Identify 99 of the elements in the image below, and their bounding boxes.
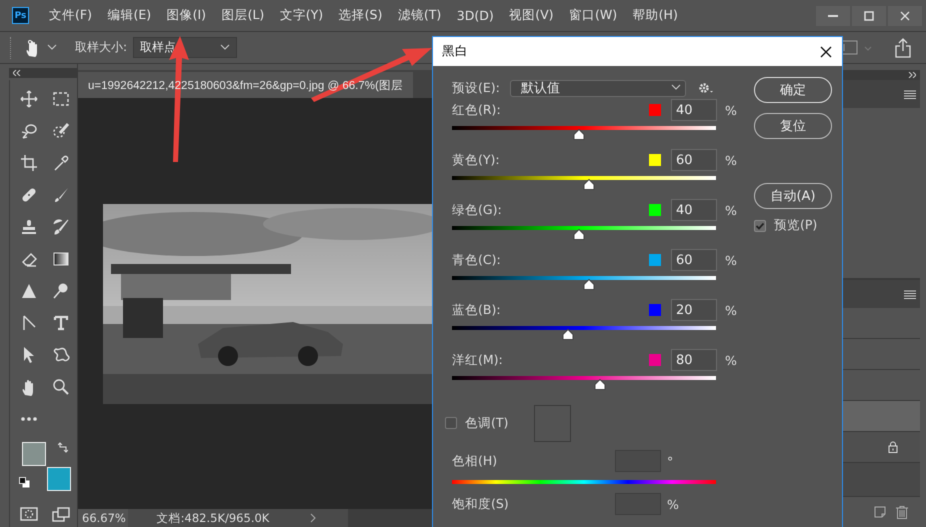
collapse-icon (13, 70, 21, 76)
value-field[interactable]: 60 (671, 149, 717, 171)
maximize-button[interactable] (852, 6, 886, 26)
channel-label: 绿色(G): (452, 202, 503, 218)
crop-icon (20, 154, 38, 172)
share-icon[interactable] (894, 38, 912, 58)
preset-label: 预设(E): (452, 80, 500, 96)
history-brush-icon (52, 218, 70, 236)
value-field[interactable]: 60 (671, 249, 717, 271)
percent-sign: % (725, 252, 738, 268)
gradient-icon (52, 250, 70, 268)
checkbox-label: 预览(P) (774, 217, 818, 234)
brush-selection-icon (52, 122, 70, 140)
caret-icon (220, 44, 230, 52)
close-icon (898, 8, 912, 22)
menu-item[interactable]: 窗口(W) (569, 7, 618, 24)
dodge-icon (52, 282, 70, 300)
tint-color-swatch[interactable] (534, 404, 572, 442)
type-icon (52, 314, 70, 332)
menu-icon[interactable] (904, 90, 916, 98)
zoom-level[interactable]: 66.67% (78, 509, 128, 527)
marquee-icon (52, 90, 70, 108)
percent-sign: % (725, 352, 738, 368)
channel-label: 红色(R): (452, 102, 502, 118)
swap-icon[interactable] (58, 442, 68, 454)
slider-thumb[interactable] (594, 379, 606, 390)
slider-thumb[interactable] (583, 179, 596, 190)
menu-item[interactable]: 滤镜(T) (398, 7, 442, 24)
zoom-icon (52, 378, 70, 396)
menu-item[interactable]: 选择(S) (338, 7, 382, 24)
value-field[interactable]: 80 (671, 349, 717, 371)
preset-dropdown[interactable]: 默认值 (510, 80, 686, 96)
percent-sign: % (725, 202, 738, 218)
percent-sign: % (725, 102, 738, 118)
settings-icon (698, 82, 714, 94)
slider-thumb[interactable] (583, 279, 596, 290)
default-colors-icon[interactable] (19, 476, 30, 488)
minimize-button[interactable] (816, 6, 850, 26)
menu-item[interactable]: 文字(Y) (280, 7, 324, 24)
maximize-icon (862, 8, 876, 22)
menu-item[interactable]: 图像(I) (166, 7, 206, 24)
dialog-button[interactable]: 确定 (754, 77, 832, 103)
channel-label: 青色(C): (452, 252, 502, 268)
percent-sign: % (725, 152, 738, 168)
move-icon (20, 90, 38, 108)
menu-item[interactable]: 图层(L) (222, 7, 264, 24)
quick-mask-icon (20, 506, 38, 524)
caret-icon (670, 84, 681, 92)
eyedropper-icon (52, 154, 70, 172)
menu-item[interactable]: 编辑(E) (107, 7, 152, 24)
degree-sign: ° (667, 454, 674, 468)
value-field[interactable]: 40 (671, 199, 717, 221)
caret-icon[interactable] (47, 44, 57, 52)
chevron-right-icon[interactable] (310, 513, 316, 523)
sample-size-label: 取样大小: (75, 39, 128, 56)
panel-collapse-bar[interactable] (9, 68, 77, 78)
move-tool[interactable] (18, 88, 40, 110)
value-field[interactable]: 20 (671, 299, 717, 321)
channel-label: 蓝色(B): (452, 302, 502, 318)
menu-icon[interactable] (904, 290, 916, 298)
slider-thumb[interactable] (572, 129, 585, 140)
menu-item[interactable]: 3D(D) (456, 8, 494, 23)
channel-label: 洋红(M): (452, 352, 504, 368)
app-logo[interactable]: Ps (12, 7, 29, 24)
dialog-button[interactable]: 复位 (754, 113, 832, 139)
checkmark-icon (755, 220, 765, 230)
close-icon (818, 44, 834, 60)
new-layer-icon[interactable] (874, 506, 886, 518)
lock-icon (888, 441, 898, 453)
background-color-swatch[interactable] (47, 466, 71, 490)
hue-label: 色相(H) (452, 452, 498, 470)
slider-thumb[interactable] (562, 329, 574, 340)
channel-label: 黄色(Y): (452, 152, 501, 168)
more-icon (21, 416, 37, 420)
document-info: 文档:482.5K/965.0K (128, 509, 278, 527)
dialog-title: 黑白 (442, 43, 468, 60)
checkbox[interactable] (754, 220, 766, 232)
screen-mode-icon (52, 506, 70, 524)
lasso-icon (20, 122, 38, 140)
checkbox-label: 色调(T) (465, 414, 508, 432)
blob-shape-icon (52, 346, 70, 364)
checkbox[interactable] (445, 417, 457, 429)
percent-sign: % (667, 496, 679, 512)
settings-button[interactable] (698, 82, 714, 94)
foreground-color-swatch[interactable] (22, 442, 46, 466)
menu-item[interactable]: 帮助(H) (632, 7, 678, 24)
slider-thumb[interactable] (572, 229, 585, 240)
stamp-icon (20, 218, 38, 236)
expand-icon[interactable] (908, 72, 916, 78)
menu-item[interactable]: 文件(F) (49, 7, 92, 24)
trash-icon[interactable] (896, 506, 908, 518)
saturation-label: 饱和度(S) (452, 496, 510, 512)
menu-item[interactable]: 视图(V) (509, 7, 554, 24)
close-button[interactable] (818, 44, 834, 60)
minimize-icon (828, 14, 838, 16)
value-field[interactable]: 40 (671, 99, 717, 121)
triangle-icon (20, 282, 38, 300)
percent-sign: % (725, 302, 738, 318)
dialog-button[interactable]: 自动(A) (754, 183, 832, 209)
